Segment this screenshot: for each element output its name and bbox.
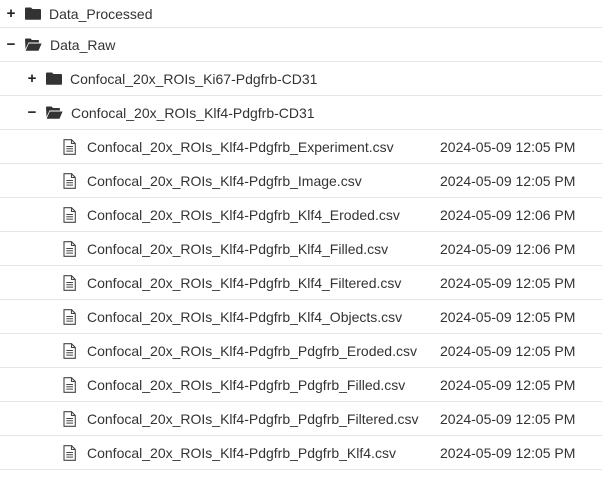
file-modified-date: 2024-05-09 12:05 PM (440, 342, 576, 359)
tree-file[interactable]: Confocal_20x_ROIs_Klf4-Pdgfrb_Klf4_Objec… (0, 300, 602, 334)
file-name[interactable]: Confocal_20x_ROIs_Klf4-Pdgfrb_Klf4_Fille… (87, 241, 388, 257)
file-modified-date: 2024-05-09 12:05 PM (440, 138, 576, 155)
file-text-icon (63, 172, 77, 189)
file-name[interactable]: Confocal_20x_ROIs_Klf4-Pdgfrb_Klf4_Objec… (87, 309, 402, 325)
file-modified-date: 2024-05-09 12:05 PM (440, 274, 576, 291)
file-text-icon (63, 138, 77, 155)
folder-name[interactable]: Confocal_20x_ROIs_Klf4-Pdgfrb-CD31 (71, 105, 315, 121)
file-list: Confocal_20x_ROIs_Klf4-Pdgfrb_Experiment… (0, 130, 602, 470)
file-text-icon (63, 240, 77, 257)
file-modified-date: 2024-05-09 12:05 PM (440, 172, 576, 189)
tree-file[interactable]: Confocal_20x_ROIs_Klf4-Pdgfrb_Image.csv … (0, 164, 602, 198)
file-text-icon (63, 410, 77, 427)
expand-toggle[interactable]: + (25, 71, 39, 86)
file-modified-date: 2024-05-09 12:05 PM (440, 376, 576, 393)
expand-toggle[interactable]: + (4, 6, 18, 21)
collapse-toggle[interactable]: − (4, 37, 18, 52)
file-name[interactable]: Confocal_20x_ROIs_Klf4-Pdgfrb_Klf4_Erode… (87, 207, 400, 223)
tree-file[interactable]: Confocal_20x_ROIs_Klf4-Pdgfrb_Pdgfrb_Ero… (0, 334, 602, 368)
tree-folder-data-raw[interactable]: − Data_Raw (0, 28, 602, 62)
file-name[interactable]: Confocal_20x_ROIs_Klf4-Pdgfrb_Image.csv (87, 173, 362, 189)
folder-name[interactable]: Data_Processed (49, 6, 153, 22)
tree-file[interactable]: Confocal_20x_ROIs_Klf4-Pdgfrb_Experiment… (0, 130, 602, 164)
file-modified-date: 2024-05-09 12:05 PM (440, 308, 576, 325)
tree-file[interactable]: Confocal_20x_ROIs_Klf4-Pdgfrb_Klf4_Erode… (0, 198, 602, 232)
tree-folder-klf4[interactable]: − Confocal_20x_ROIs_Klf4-Pdgfrb-CD31 (0, 96, 602, 130)
folder-open-icon (25, 38, 42, 52)
folder-closed-icon (25, 7, 41, 21)
file-name[interactable]: Confocal_20x_ROIs_Klf4-Pdgfrb_Experiment… (87, 139, 394, 155)
file-modified-date: 2024-05-09 12:05 PM (440, 410, 576, 427)
file-text-icon (63, 444, 77, 461)
file-tree: + Data_Processed − Data_Raw + Confocal_2… (0, 0, 602, 470)
folder-closed-icon (46, 72, 62, 86)
folder-name[interactable]: Confocal_20x_ROIs_Ki67-Pdgfrb-CD31 (70, 71, 317, 87)
tree-file[interactable]: Confocal_20x_ROIs_Klf4-Pdgfrb_Klf4_Filte… (0, 266, 602, 300)
tree-file[interactable]: Confocal_20x_ROIs_Klf4-Pdgfrb_Pdgfrb_Fil… (0, 368, 602, 402)
tree-folder-ki67[interactable]: + Confocal_20x_ROIs_Ki67-Pdgfrb-CD31 (0, 62, 602, 96)
collapse-toggle[interactable]: − (25, 105, 39, 120)
file-name[interactable]: Confocal_20x_ROIs_Klf4-Pdgfrb_Pdgfrb_Klf… (87, 445, 396, 461)
file-name[interactable]: Confocal_20x_ROIs_Klf4-Pdgfrb_Pdgfrb_Fil… (87, 411, 419, 427)
file-text-icon (63, 274, 77, 291)
folder-open-icon (46, 106, 63, 120)
folder-name[interactable]: Data_Raw (50, 37, 115, 53)
file-modified-date: 2024-05-09 12:06 PM (440, 206, 576, 223)
file-text-icon (63, 342, 77, 359)
file-name[interactable]: Confocal_20x_ROIs_Klf4-Pdgfrb_Pdgfrb_Ero… (87, 343, 417, 359)
file-text-icon (63, 308, 77, 325)
tree-file[interactable]: Confocal_20x_ROIs_Klf4-Pdgfrb_Pdgfrb_Fil… (0, 402, 602, 436)
file-name[interactable]: Confocal_20x_ROIs_Klf4-Pdgfrb_Pdgfrb_Fil… (87, 377, 405, 393)
tree-file[interactable]: Confocal_20x_ROIs_Klf4-Pdgfrb_Pdgfrb_Klf… (0, 436, 602, 470)
tree-folder-data-processed[interactable]: + Data_Processed (0, 0, 602, 28)
file-modified-date: 2024-05-09 12:05 PM (440, 444, 576, 461)
file-name[interactable]: Confocal_20x_ROIs_Klf4-Pdgfrb_Klf4_Filte… (87, 275, 401, 291)
file-text-icon (63, 376, 77, 393)
tree-file[interactable]: Confocal_20x_ROIs_Klf4-Pdgfrb_Klf4_Fille… (0, 232, 602, 266)
file-modified-date: 2024-05-09 12:06 PM (440, 240, 576, 257)
file-text-icon (63, 206, 77, 223)
